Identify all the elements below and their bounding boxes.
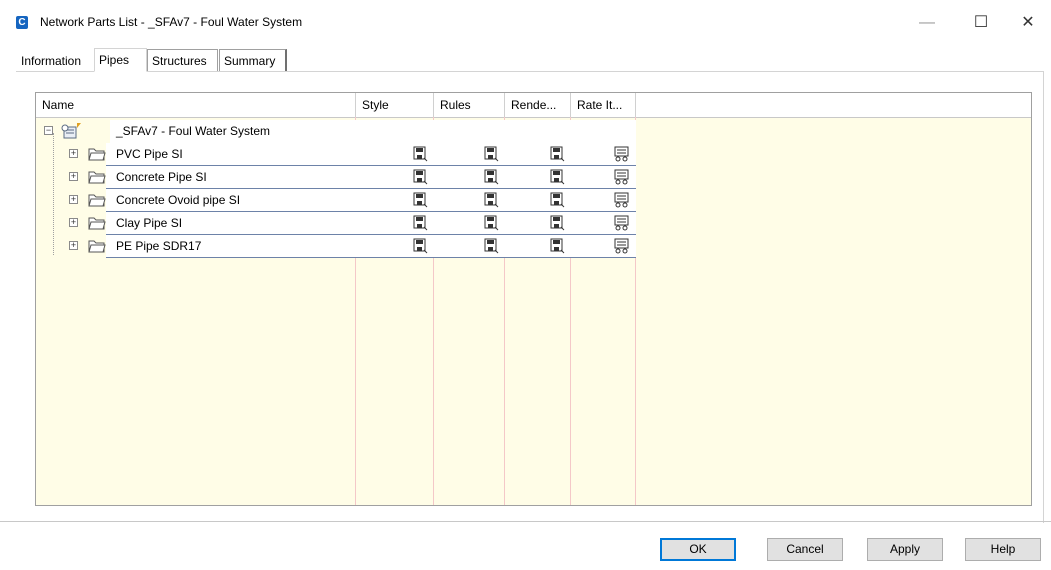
- render-material-picker-icon[interactable]: [550, 192, 566, 208]
- pay-item-icon[interactable]: [614, 215, 630, 231]
- column-header-name[interactable]: Name: [36, 93, 356, 117]
- rules-picker-icon[interactable]: [484, 238, 500, 254]
- tree-row[interactable]: + Concrete Pipe SI: [36, 166, 636, 189]
- render-material-picker-icon[interactable]: [550, 169, 566, 185]
- render-material-picker-icon[interactable]: [550, 238, 566, 254]
- rules-picker-icon[interactable]: [484, 192, 500, 208]
- tree-row[interactable]: + PVC Pipe SI: [36, 143, 636, 166]
- tab-structures[interactable]: Structures: [147, 49, 218, 71]
- parts-list-icon: [61, 123, 81, 139]
- column-header-rules[interactable]: Rules: [434, 93, 505, 117]
- expand-toggle[interactable]: +: [69, 172, 78, 181]
- column-header-render[interactable]: Rende...: [505, 93, 571, 117]
- style-picker-icon[interactable]: [413, 215, 429, 231]
- tree-row-label: Concrete Pipe SI: [116, 170, 207, 184]
- pay-item-icon[interactable]: [614, 169, 630, 185]
- rules-picker-icon[interactable]: [484, 215, 500, 231]
- tree-row[interactable]: + Clay Pipe SI: [36, 212, 636, 235]
- style-picker-icon[interactable]: [413, 238, 429, 254]
- apply-button[interactable]: Apply: [867, 538, 943, 561]
- folder-icon: [88, 171, 106, 184]
- tree-root-row[interactable]: − _SFAv7 - Foul Water System: [36, 120, 636, 143]
- pay-item-icon[interactable]: [614, 146, 630, 162]
- tab-information[interactable]: Information: [16, 49, 92, 71]
- render-material-picker-icon[interactable]: [550, 146, 566, 162]
- tree-root-label: _SFAv7 - Foul Water System: [116, 124, 271, 138]
- tab-pipes[interactable]: Pipes: [94, 48, 147, 72]
- expand-toggle[interactable]: +: [69, 218, 78, 227]
- footer-divider: [0, 521, 1051, 522]
- help-button[interactable]: Help: [965, 538, 1041, 561]
- folder-icon: [88, 194, 106, 207]
- tab-summary[interactable]: Summary: [219, 49, 287, 71]
- folder-icon: [88, 240, 106, 253]
- style-picker-icon[interactable]: [413, 192, 429, 208]
- tree-row-label: PE Pipe SDR17: [116, 239, 202, 253]
- grid-header: Name Style Rules Rende... Rate It...: [36, 93, 1031, 118]
- folder-icon: [88, 148, 106, 161]
- style-picker-icon[interactable]: [413, 169, 429, 185]
- folder-icon: [88, 217, 106, 230]
- expand-toggle[interactable]: +: [69, 241, 78, 250]
- collapse-toggle[interactable]: −: [44, 126, 53, 135]
- tree-row-label: Concrete Ovoid pipe SI: [116, 193, 241, 207]
- tree-row-label: PVC Pipe SI: [116, 147, 183, 161]
- column-header-style[interactable]: Style: [356, 93, 434, 117]
- parts-list-grid[interactable]: Name Style Rules Rende... Rate It... − _…: [35, 92, 1032, 506]
- civil3d-app-icon: C: [16, 16, 28, 29]
- maximize-button[interactable]: ☐: [958, 8, 1004, 38]
- cancel-button[interactable]: Cancel: [767, 538, 843, 561]
- tree-row[interactable]: + PE Pipe SDR17: [36, 235, 636, 258]
- window-title: Network Parts List - _SFAv7 - Foul Water…: [40, 15, 303, 29]
- tree-row[interactable]: + Concrete Ovoid pipe SI: [36, 189, 636, 212]
- rules-picker-icon[interactable]: [484, 146, 500, 162]
- render-material-picker-icon[interactable]: [550, 215, 566, 231]
- ok-button[interactable]: OK: [660, 538, 736, 561]
- expand-toggle[interactable]: +: [69, 149, 78, 158]
- style-picker-icon[interactable]: [413, 146, 429, 162]
- tree-row-label: Clay Pipe SI: [116, 216, 183, 230]
- rules-picker-icon[interactable]: [484, 169, 500, 185]
- minimize-button[interactable]: —: [904, 8, 950, 38]
- pay-item-icon[interactable]: [614, 192, 630, 208]
- pay-item-icon[interactable]: [614, 238, 630, 254]
- expand-toggle[interactable]: +: [69, 195, 78, 204]
- title-bar: C Network Parts List - _SFAv7 - Foul Wat…: [0, 0, 1051, 45]
- close-button[interactable]: ✕: [1005, 8, 1051, 38]
- column-header-rate-it[interactable]: Rate It...: [571, 93, 636, 117]
